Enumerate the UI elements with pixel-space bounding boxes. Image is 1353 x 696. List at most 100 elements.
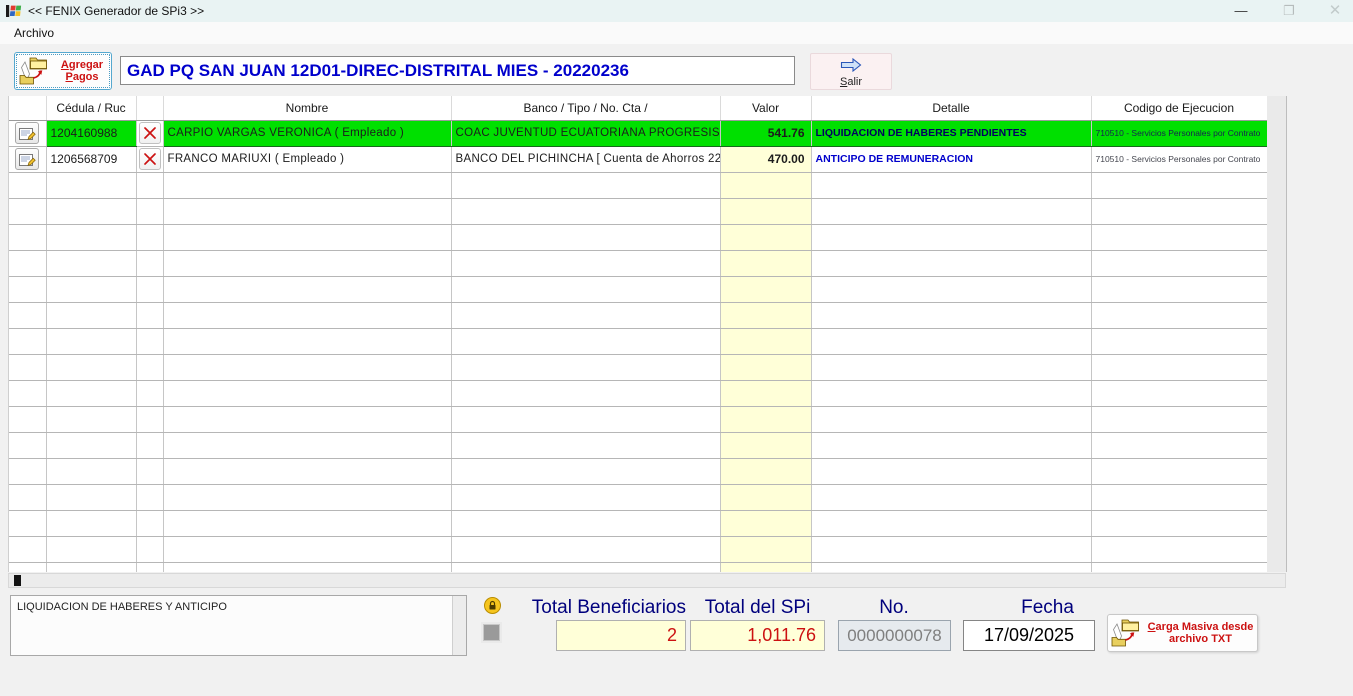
- table-row-empty: [9, 224, 1267, 250]
- menu-archivo[interactable]: Archivo: [10, 22, 58, 44]
- scrollbar-thumb[interactable]: [14, 575, 21, 586]
- cell-nombre: CARPIO VARGAS VERONICA ( Empleado ): [163, 120, 451, 146]
- empty-cell: [136, 302, 163, 328]
- close-button[interactable]: ✕: [1318, 0, 1352, 22]
- col-codigo: Codigo de Ejecucion: [1091, 96, 1267, 120]
- cell-cedula: 1206568709: [46, 146, 136, 172]
- col-banco: Banco / Tipo / No. Cta /: [451, 96, 720, 120]
- empty-cell: [163, 458, 451, 484]
- col-detalle: Detalle: [811, 96, 1091, 120]
- window-title: << FENIX Generador de SPi3 >>: [28, 0, 204, 22]
- table-row-empty: [9, 328, 1267, 354]
- empty-cell: [1091, 354, 1267, 380]
- table-row-empty: [9, 510, 1267, 536]
- empty-cell: [9, 354, 46, 380]
- empty-cell: [811, 250, 1091, 276]
- fecha-value[interactable]: 17/09/2025: [963, 620, 1095, 651]
- restore-button[interactable]: ❐: [1272, 0, 1306, 22]
- empty-cell: [136, 328, 163, 354]
- carga-masiva-button[interactable]: Carga Masiva desdearchivo TXT: [1107, 614, 1258, 652]
- descripcion-box: LIQUIDACION DE HABERES Y ANTICIPO: [10, 595, 467, 656]
- table-row-empty: [9, 458, 1267, 484]
- empty-cell: [9, 536, 46, 562]
- edit-row-button[interactable]: [15, 122, 39, 144]
- cell-nombre: FRANCO MARIUXI ( Empleado ): [163, 146, 451, 172]
- grid-header-row: Cédula / Ruc Nombre Banco / Tipo / No. C…: [9, 96, 1267, 120]
- empty-cell: [811, 406, 1091, 432]
- empty-cell: [46, 432, 136, 458]
- empty-cell: [46, 328, 136, 354]
- total-spi-label: Total del SPi: [690, 597, 825, 619]
- empty-cell: [136, 172, 163, 198]
- empty-cell: [46, 458, 136, 484]
- minimize-button[interactable]: —: [1224, 0, 1258, 22]
- agregar-pagos-button[interactable]: AgregarPagos: [14, 52, 112, 90]
- empty-cell: [163, 302, 451, 328]
- empty-cell: [720, 302, 811, 328]
- titulo-spi-input[interactable]: [120, 56, 795, 85]
- total-beneficiarios-label: Total Beneficiarios: [500, 597, 686, 619]
- empty-cell: [451, 536, 720, 562]
- salir-button[interactable]: Salir: [810, 53, 892, 90]
- descripcion-scrollbar[interactable]: [452, 596, 466, 655]
- empty-cell: [1091, 224, 1267, 250]
- empty-cell: [1091, 250, 1267, 276]
- empty-cell: [451, 562, 720, 572]
- table-row[interactable]: 1204160988 CARPIO VARGAS VERONICA ( Empl…: [9, 120, 1267, 146]
- empty-cell: [451, 484, 720, 510]
- empty-cell: [163, 172, 451, 198]
- empty-cell: [9, 276, 46, 302]
- edit-row-button[interactable]: [15, 148, 39, 170]
- empty-cell: [46, 198, 136, 224]
- referencia-value: 0000000078: [838, 620, 951, 651]
- delete-row-button[interactable]: [139, 122, 161, 144]
- lock-icon[interactable]: [484, 597, 501, 619]
- vertical-scrollbar[interactable]: [1267, 96, 1287, 572]
- empty-cell: [451, 224, 720, 250]
- exit-arrow-icon: [840, 60, 862, 75]
- empty-cell: [163, 380, 451, 406]
- col-edit: [9, 96, 46, 120]
- descripcion-input[interactable]: LIQUIDACION DE HABERES Y ANTICIPO: [11, 596, 466, 655]
- empty-cell: [9, 224, 46, 250]
- empty-cell: [811, 562, 1091, 572]
- empty-cell: [1091, 432, 1267, 458]
- table-row[interactable]: 1206568709 FRANCO MARIUXI ( Empleado ) B…: [9, 146, 1267, 172]
- empty-cell: [451, 354, 720, 380]
- gray-square-button[interactable]: [483, 624, 500, 641]
- empty-cell: [1091, 536, 1267, 562]
- empty-cell: [1091, 458, 1267, 484]
- empty-cell: [720, 432, 811, 458]
- empty-cell: [46, 250, 136, 276]
- empty-cell: [720, 510, 811, 536]
- table-row-empty: [9, 432, 1267, 458]
- empty-cell: [46, 562, 136, 572]
- empty-cell: [163, 354, 451, 380]
- empty-cell: [720, 250, 811, 276]
- empty-cell: [163, 406, 451, 432]
- table-row-empty: [9, 484, 1267, 510]
- empty-cell: [811, 172, 1091, 198]
- empty-cell: [1091, 172, 1267, 198]
- empty-cell: [451, 198, 720, 224]
- delete-row-button[interactable]: [139, 148, 161, 170]
- empty-cell: [1091, 198, 1267, 224]
- empty-cell: [811, 224, 1091, 250]
- empty-cell: [451, 250, 720, 276]
- empty-cell: [811, 198, 1091, 224]
- empty-cell: [136, 510, 163, 536]
- empty-cell: [136, 380, 163, 406]
- table-row-empty: [9, 198, 1267, 224]
- empty-cell: [1091, 484, 1267, 510]
- empty-cell: [720, 406, 811, 432]
- empty-cell: [811, 432, 1091, 458]
- empty-cell: [1091, 380, 1267, 406]
- empty-cell: [811, 484, 1091, 510]
- empty-cell: [46, 510, 136, 536]
- empty-cell: [720, 172, 811, 198]
- empty-cell: [720, 354, 811, 380]
- total-spi-value: 1,011.76: [690, 620, 825, 651]
- cell-codigo: 710510 - Servicios Personales por Contra…: [1091, 120, 1267, 146]
- horizontal-scrollbar[interactable]: [8, 573, 1286, 588]
- empty-cell: [46, 302, 136, 328]
